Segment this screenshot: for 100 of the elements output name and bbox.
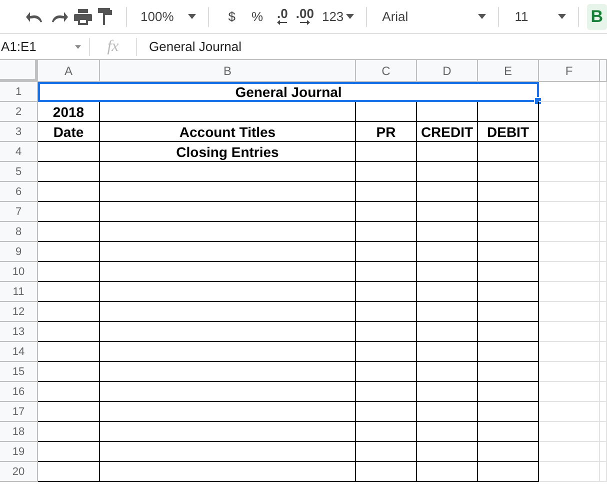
column-header[interactable]: E xyxy=(478,60,539,82)
row-header[interactable]: 17 xyxy=(0,402,38,422)
grid-cell xyxy=(38,242,100,262)
grid-cell xyxy=(356,302,417,322)
grid-cell xyxy=(478,402,539,422)
grid-cell xyxy=(539,182,600,202)
undo-icon[interactable] xyxy=(26,10,44,22)
grid-cell xyxy=(356,382,417,402)
grid-cell xyxy=(417,442,478,462)
grid-cell xyxy=(539,142,600,162)
grid-cell xyxy=(539,162,600,182)
grid-cell xyxy=(417,202,478,222)
row-header[interactable]: 9 xyxy=(0,242,38,262)
currency-button[interactable]: $ xyxy=(224,4,240,30)
row-header[interactable]: 3 xyxy=(0,122,38,142)
row-header[interactable]: 15 xyxy=(0,362,38,382)
column-header[interactable]: D xyxy=(417,60,478,82)
caret-icon xyxy=(478,14,486,19)
grid-cell xyxy=(356,262,417,282)
grid-cell xyxy=(356,202,417,222)
caret-icon xyxy=(75,44,81,48)
row-header[interactable]: 2 xyxy=(0,102,38,122)
grid-cell xyxy=(539,362,600,382)
grid-cell xyxy=(356,422,417,442)
increase-decimal-button[interactable]: .00 xyxy=(292,4,318,30)
row-header[interactable]: 20 xyxy=(0,462,38,482)
font-size-dropdown[interactable]: 11 xyxy=(506,4,570,30)
row-header[interactable]: 8 xyxy=(0,222,38,242)
row-header[interactable]: 1 xyxy=(0,82,38,102)
table-cell: Date xyxy=(38,122,100,142)
grid-cell xyxy=(539,282,600,302)
grid-cell xyxy=(356,322,417,342)
grid-cell xyxy=(478,302,539,322)
grid-cell xyxy=(356,162,417,182)
grid-cell xyxy=(356,442,417,462)
grid-cell xyxy=(356,362,417,382)
row-header[interactable]: 16 xyxy=(0,382,38,402)
grid-cell xyxy=(38,142,100,162)
bold-button[interactable]: B xyxy=(586,4,607,30)
column-header[interactable]: A xyxy=(38,60,100,82)
row-header[interactable]: 10 xyxy=(0,262,38,282)
font-dropdown[interactable]: Arial xyxy=(374,4,490,30)
decrease-decimal-button[interactable]: .0 xyxy=(273,4,292,30)
row-header[interactable]: 7 xyxy=(0,202,38,222)
grid-cell xyxy=(539,302,600,322)
grid-cell xyxy=(417,302,478,322)
grid-cell xyxy=(417,402,478,422)
grid-cell xyxy=(356,102,417,122)
more-formats-dropdown[interactable]: 123 xyxy=(318,4,358,30)
row-header[interactable]: 19 xyxy=(0,442,38,462)
grid-cell xyxy=(539,102,600,122)
row-header[interactable]: 12 xyxy=(0,302,38,322)
grid-cell xyxy=(478,322,539,342)
grid-cell xyxy=(417,222,478,242)
redo-icon[interactable] xyxy=(50,10,68,22)
percent-button[interactable]: % xyxy=(247,4,268,30)
grid-cell xyxy=(478,362,539,382)
right-arrow-icon xyxy=(300,20,310,25)
grid-cell xyxy=(38,302,100,322)
column-header[interactable]: B xyxy=(100,60,356,82)
grid-cell xyxy=(38,182,100,202)
row-header[interactable]: 13 xyxy=(0,322,38,342)
row-header[interactable]: 4 xyxy=(0,142,38,162)
row-header[interactable]: 14 xyxy=(0,342,38,362)
grid-cell xyxy=(539,462,600,482)
grid-cell xyxy=(417,262,478,282)
grid-cell xyxy=(417,462,478,482)
zoom-dropdown[interactable]: 100% xyxy=(134,4,200,30)
formula-input[interactable]: General Journal xyxy=(137,39,242,54)
row-header[interactable]: 18 xyxy=(0,422,38,442)
grid-cell xyxy=(356,182,417,202)
row-header[interactable]: 6 xyxy=(0,182,38,202)
grid-cell xyxy=(417,422,478,442)
paint-roller-icon[interactable] xyxy=(98,8,112,25)
grid-cell xyxy=(38,442,100,462)
row-header[interactable]: 11 xyxy=(0,282,38,302)
grid-cell xyxy=(38,322,100,342)
grid-cell xyxy=(356,402,417,422)
grid-cell xyxy=(478,462,539,482)
grid-cell xyxy=(478,162,539,182)
merged-cell: General Journal xyxy=(38,82,539,102)
grid-cell xyxy=(417,142,478,162)
grid-cell xyxy=(539,402,600,422)
name-box[interactable]: A1:E1 xyxy=(0,38,90,56)
grid-cell xyxy=(417,102,478,122)
table-cell: Closing Entries xyxy=(100,142,356,162)
column-header[interactable]: C xyxy=(356,60,417,82)
grid-cell xyxy=(356,222,417,242)
caret-icon xyxy=(558,14,566,19)
grid-cell xyxy=(478,422,539,442)
table-cell: PR xyxy=(356,122,417,142)
grid-cell xyxy=(38,422,100,442)
grid-cell xyxy=(417,322,478,342)
grid-cell xyxy=(539,122,600,142)
grid-cell xyxy=(38,282,100,302)
row-header[interactable]: 5 xyxy=(0,162,38,182)
column-header[interactable]: F xyxy=(539,60,600,82)
grid-cell xyxy=(478,102,539,122)
grid-cell xyxy=(417,282,478,302)
print-icon[interactable] xyxy=(74,8,92,24)
